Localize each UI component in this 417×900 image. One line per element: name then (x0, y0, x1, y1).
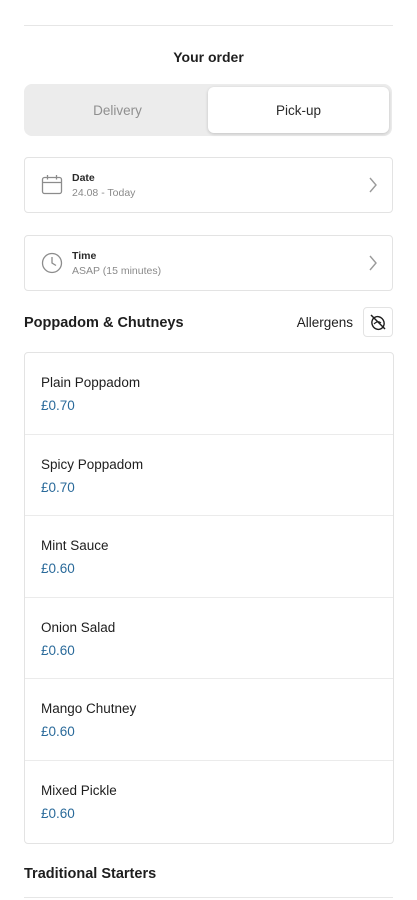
time-picker[interactable]: Time ASAP (15 minutes) (24, 235, 393, 291)
item-name: Mango Chutney (41, 701, 137, 717)
chevron-right-icon (369, 177, 377, 193)
item-price: £0.60 (41, 561, 75, 577)
item-price: £0.70 (41, 479, 75, 495)
chevron-right-icon (369, 255, 377, 271)
calendar-icon (41, 175, 63, 195)
menu-item-mixed-pickle[interactable]: Mixed Pickle £0.60 (25, 761, 393, 843)
delivery-option[interactable]: Delivery (27, 87, 208, 133)
date-label: Date (72, 172, 95, 184)
page-title: Your order (173, 49, 244, 65)
bottom-divider (24, 897, 393, 898)
item-name: Plain Poppadom (41, 375, 141, 390)
top-divider (24, 25, 393, 26)
item-price: £0.60 (41, 724, 75, 740)
time-label: Time (72, 250, 97, 262)
menu-item-onion-salad[interactable]: Onion Salad £0.60 (25, 598, 393, 680)
clock-icon (41, 252, 63, 274)
item-name: Spicy Poppadom (41, 456, 144, 472)
section-header: Poppadom & Chutneys Allergens (24, 307, 393, 337)
date-picker[interactable]: Date 24.08 - Today (24, 157, 393, 213)
date-value: 24.08 - Today (72, 187, 136, 199)
next-section-title: Traditional Starters (24, 866, 157, 882)
menu-item-mint-sauce[interactable]: Mint Sauce £0.60 (25, 516, 393, 598)
item-name: Onion Salad (41, 619, 116, 635)
allergens-control: Allergens (297, 307, 393, 337)
menu-item-plain-poppadom[interactable]: Plain Poppadom £0.70 (25, 353, 393, 435)
menu-item-mango-chutney[interactable]: Mango Chutney £0.60 (25, 679, 393, 761)
item-name: Mint Sauce (41, 538, 109, 554)
menu-item-list: Plain Poppadom £0.70 Spicy Poppadom £0.7… (24, 352, 394, 844)
menu-item-spicy-poppadom[interactable]: Spicy Poppadom £0.70 (25, 435, 393, 517)
pickup-option[interactable]: Pick-up (208, 87, 389, 133)
allergens-label: Allergens (296, 314, 353, 330)
item-name: Mixed Pickle (41, 782, 117, 798)
item-price: £0.60 (41, 642, 75, 658)
order-type-toggle: Delivery Pick-up (24, 84, 392, 136)
time-value: ASAP (15 minutes) (72, 265, 162, 277)
item-price: £0.60 (41, 805, 75, 821)
allergen-filter-icon (370, 314, 386, 331)
allergens-button[interactable] (363, 307, 393, 337)
item-price: £0.70 (41, 398, 75, 413)
